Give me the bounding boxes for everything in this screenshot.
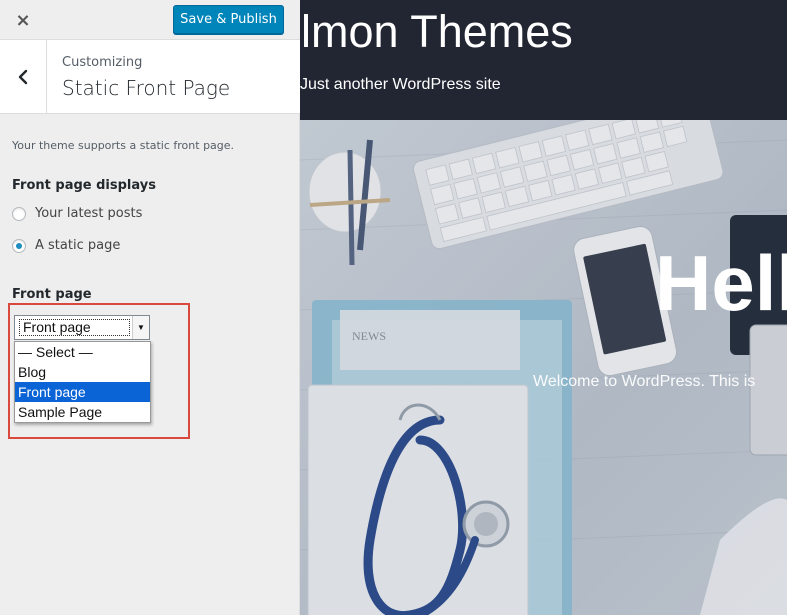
- radio-label: Your latest posts: [35, 206, 143, 221]
- section-title: Static Front Page: [62, 76, 231, 100]
- dropdown-option-blog[interactable]: Blog: [15, 362, 150, 382]
- radio-button[interactable]: [12, 238, 26, 253]
- customizer-toolbar: × Save & Publish: [0, 0, 300, 40]
- back-button[interactable]: [0, 40, 47, 113]
- section-subtitle: Customizing: [62, 55, 143, 70]
- site-header: lmon Themes Just another WordPress site: [300, 0, 787, 120]
- chevron-left-icon: [18, 69, 28, 84]
- radio-label: A static page: [35, 238, 121, 253]
- section-description: Your theme supports a static front page.: [12, 139, 235, 152]
- radio-latest-posts[interactable]: Your latest posts: [12, 206, 142, 221]
- front-page-dropdown: — Select — Blog Front page Sample Page: [14, 341, 151, 423]
- dropdown-option-select[interactable]: — Select —: [15, 342, 150, 362]
- site-tagline: Just another WordPress site: [300, 76, 501, 93]
- select-value: Front page: [19, 319, 130, 336]
- dropdown-option-sample-page[interactable]: Sample Page: [15, 402, 150, 422]
- site-preview: lmon Themes Just another WordPress site: [300, 0, 787, 615]
- front-page-displays-label: Front page displays: [12, 178, 156, 193]
- customizer-sidebar: × Save & Publish Customizing Static Fron…: [0, 0, 300, 615]
- radio-static-page[interactable]: A static page: [12, 238, 120, 253]
- close-icon[interactable]: ×: [0, 0, 46, 40]
- front-page-select[interactable]: Front page ▼: [14, 315, 150, 340]
- front-page-label: Front page: [12, 287, 92, 302]
- site-title[interactable]: lmon Themes: [301, 6, 573, 58]
- caret-down-icon[interactable]: ▼: [132, 316, 149, 339]
- hero-overlay: [300, 120, 787, 615]
- hero-text: Welcome to WordPress. This is: [533, 373, 756, 390]
- hero-title: Hell: [655, 239, 787, 327]
- radio-button[interactable]: [12, 206, 26, 221]
- section-header: Customizing Static Front Page: [0, 40, 300, 114]
- save-publish-button[interactable]: Save & Publish: [173, 5, 284, 34]
- dropdown-option-front-page[interactable]: Front page: [15, 382, 150, 402]
- hero-section: NEWS Hell Welcome to WordPress. This is: [300, 120, 787, 615]
